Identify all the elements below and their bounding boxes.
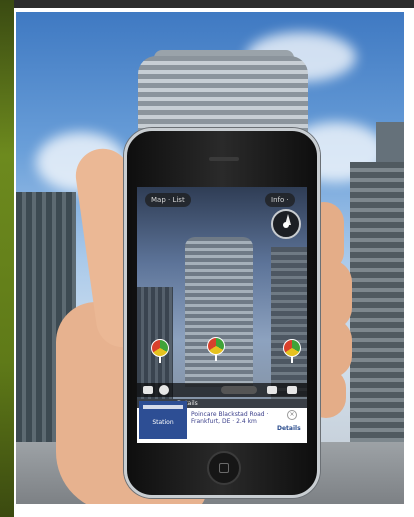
settings-icon[interactable] bbox=[159, 385, 169, 395]
camera-icon[interactable] bbox=[143, 386, 153, 394]
ar-toolbar bbox=[137, 383, 307, 397]
screen-tower bbox=[185, 237, 253, 387]
poi-marker-icon[interactable] bbox=[207, 337, 225, 355]
home-button[interactable] bbox=[207, 451, 241, 485]
phone-screen: Map · List Info · Details Station Poinca… bbox=[137, 187, 307, 443]
view-toggle-pill[interactable]: Map · List bbox=[145, 193, 191, 207]
card-logo-bar bbox=[143, 405, 183, 409]
poi-marker-icon[interactable] bbox=[283, 339, 301, 357]
card-address: Poincare Blackstad Road · Frankfurt, DE … bbox=[191, 411, 269, 425]
list-icon[interactable] bbox=[267, 386, 277, 394]
poi-marker-icon[interactable] bbox=[151, 339, 169, 357]
image-frame: Map · List Info · Details Station Poinca… bbox=[0, 0, 414, 517]
poi-stem bbox=[291, 357, 293, 363]
compass-icon[interactable] bbox=[271, 209, 301, 239]
phone-speaker bbox=[209, 157, 239, 161]
info-pill[interactable]: Info · bbox=[265, 193, 295, 207]
close-icon[interactable]: × bbox=[287, 410, 297, 420]
range-slider[interactable] bbox=[221, 386, 257, 394]
map-icon[interactable] bbox=[287, 386, 297, 394]
top-border bbox=[0, 0, 414, 8]
left-accent-strip bbox=[0, 0, 14, 517]
home-square-icon bbox=[219, 463, 229, 473]
card-details-link[interactable]: Details bbox=[277, 425, 301, 432]
card-logo-text: Station bbox=[152, 419, 174, 426]
poi-stem bbox=[159, 357, 161, 363]
compass-center bbox=[283, 222, 289, 228]
phone-device: Map · List Info · Details Station Poinca… bbox=[124, 128, 320, 498]
card-logo: Station bbox=[139, 401, 187, 439]
poi-info-card[interactable]: Details Station Poincare Blackstad Road … bbox=[137, 399, 307, 443]
poi-stem bbox=[215, 355, 217, 361]
